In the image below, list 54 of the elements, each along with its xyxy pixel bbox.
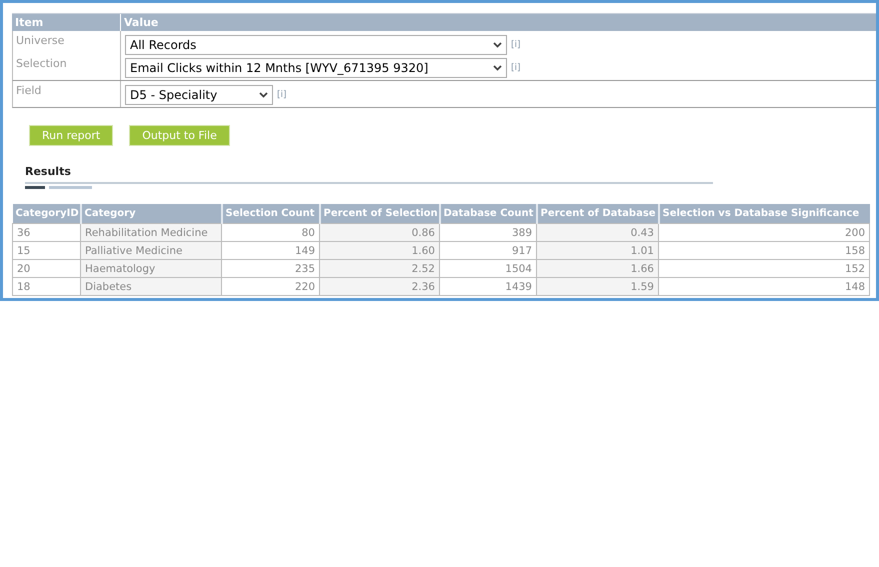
info-link[interactable]: [i] <box>511 40 521 50</box>
dropdown[interactable]: All Records <box>125 34 507 54</box>
table-cell: 917 <box>440 242 536 260</box>
info-link[interactable]: [i] <box>277 90 287 100</box>
table-cell: 20 <box>12 260 80 278</box>
dropdown[interactable]: Email Clicks within 12 Mnths [WYV_671395 9320] <box>125 58 507 78</box>
table-cell: 18 <box>12 278 80 296</box>
table-cell: Palliative Medicine <box>80 242 222 260</box>
table-cell: Rehabilitation Medicine <box>80 224 222 242</box>
chevron-icon <box>259 92 268 98</box>
column-header: Item <box>14 15 44 31</box>
table-cell: 2.52 <box>320 260 440 278</box>
table-cell: 1.60 <box>320 242 440 260</box>
table-cell: 158 <box>658 242 870 260</box>
info-link[interactable]: [i] <box>511 62 521 72</box>
table-cell: 220 <box>222 278 320 296</box>
column-header: Database Count <box>440 204 536 224</box>
section-title: Results <box>25 165 72 178</box>
table-cell: 149 <box>222 242 320 260</box>
field-label: Selection <box>15 56 68 72</box>
table-cell: 0.86 <box>320 224 440 242</box>
table-cell: 200 <box>658 224 870 242</box>
column-header: Selection Count <box>222 204 320 224</box>
table-cell: 1439 <box>440 278 536 296</box>
column-header: Selection vs Database Significance <box>658 204 870 224</box>
table-cell: 36 <box>12 224 80 242</box>
table-cell: 148 <box>658 278 870 296</box>
column-header: Percent of Selection <box>320 204 440 224</box>
action-button[interactable]: Output to File <box>129 125 230 146</box>
table-cell: 389 <box>440 224 536 242</box>
table-cell: 1.59 <box>536 278 658 296</box>
table-cell: 1.66 <box>536 260 658 278</box>
action-button[interactable]: Run report <box>29 125 114 146</box>
dropdown[interactable]: D5 - Speciality <box>125 84 273 104</box>
column-header: Category <box>80 204 222 224</box>
table-cell: Haematology <box>80 260 222 278</box>
tab-indicator[interactable] <box>49 186 92 189</box>
table-cell: Diabetes <box>80 278 222 296</box>
column-header: CategoryID <box>12 204 80 224</box>
table-cell: 0.43 <box>536 224 658 242</box>
field-label: Universe <box>15 33 66 49</box>
table-cell: 2.36 <box>320 278 440 296</box>
table-cell: 15 <box>12 242 80 260</box>
field-label: Field <box>15 83 42 99</box>
table-cell: 1.01 <box>536 242 658 260</box>
chevron-icon <box>493 64 502 70</box>
chevron-icon <box>493 42 502 48</box>
table-cell: 1504 <box>440 260 536 278</box>
column-header: Value <box>120 14 876 31</box>
table-cell: 235 <box>222 260 320 278</box>
column-header: Percent of Database <box>536 204 658 224</box>
table-cell: 80 <box>222 224 320 242</box>
table-cell: 152 <box>658 260 870 278</box>
tab-indicator[interactable] <box>25 186 45 189</box>
